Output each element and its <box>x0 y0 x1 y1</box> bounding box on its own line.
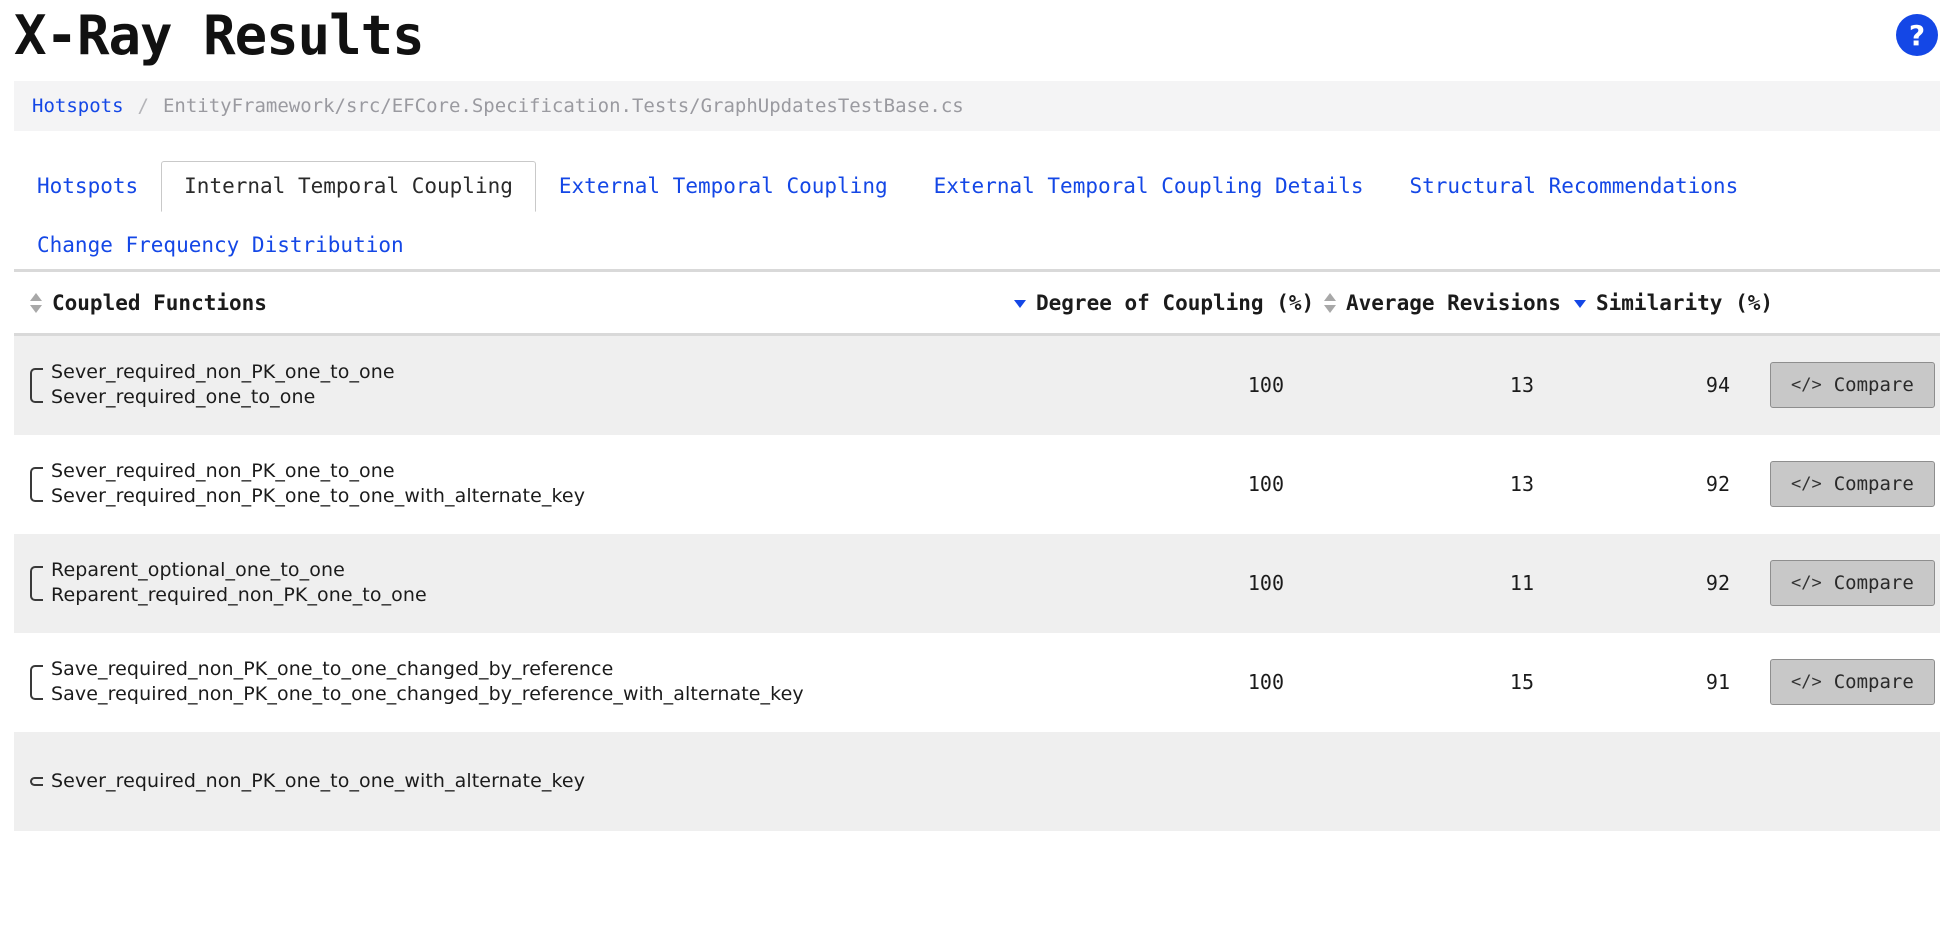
row-actions: </> Compare <box>1770 461 1940 508</box>
help-icon[interactable]: ? <box>1896 14 1938 56</box>
degree-of-coupling-value: 100 <box>1247 571 1284 596</box>
column-header-label: Coupled Functions <box>52 290 267 315</box>
column-header-label: Degree of Coupling (%) <box>1036 290 1315 315</box>
function-name-a: Sever_required_non_PK_one_to_one <box>51 459 395 482</box>
compare-button[interactable]: </> Compare <box>1770 560 1935 607</box>
function-name-b: Sever_required_one_to_one <box>51 386 316 409</box>
column-header-similarity[interactable]: Similarity (%) <box>1574 290 1774 315</box>
pair-bracket-icon <box>30 466 43 503</box>
column-header-coupled-functions[interactable]: Coupled Functions <box>14 291 1014 315</box>
table-row: Sever_required_non_PK_one_to_one_with_al… <box>14 731 1940 831</box>
tab-structural-recommendations[interactable]: Structural Recommendations <box>1387 161 1762 211</box>
column-header-label: Similarity (%) <box>1596 290 1774 315</box>
row-actions: </> Compare <box>1770 659 1940 706</box>
tab-internal-temporal-coupling[interactable]: Internal Temporal Coupling <box>161 161 536 212</box>
function-name-a: Sever_required_non_PK_one_to_one_with_al… <box>51 769 586 792</box>
function-name-b: Reparent_required_non_PK_one_to_one <box>51 584 427 607</box>
code-icon: </> <box>1791 474 1822 495</box>
table-header-row: Coupled Functions Degree of Coupling (%)… <box>14 273 1940 336</box>
function-pair: Sever_required_non_PK_one_to_one_with_al… <box>51 763 585 801</box>
function-pair: Save_required_non_PK_one_to_one_changed_… <box>51 651 804 714</box>
degree-of-coupling-value: 100 <box>1247 472 1284 497</box>
table-row: Sever_required_non_PK_one_to_one Sever_r… <box>14 335 1940 435</box>
degree-of-coupling-value: 100 <box>1247 373 1284 398</box>
function-name-a: Save_required_non_PK_one_to_one_changed_… <box>51 657 614 680</box>
code-icon: </> <box>1791 573 1822 594</box>
breadcrumb-separator: / <box>137 95 149 118</box>
sort-both-icon <box>30 292 43 314</box>
column-header-label: Average Revisions <box>1346 290 1561 315</box>
similarity-value: 92 <box>1705 571 1730 596</box>
code-icon: </> <box>1791 375 1822 396</box>
function-name-b: Save_required_non_PK_one_to_one_changed_… <box>51 683 804 706</box>
compare-button-label: Compare <box>1833 572 1914 595</box>
average-revisions-value: 15 <box>1509 670 1534 695</box>
breadcrumb-current-path: EntityFramework/src/EFCore.Specification… <box>162 95 964 118</box>
compare-button[interactable]: </> Compare <box>1770 362 1935 409</box>
tab-hotspots[interactable]: Hotspots <box>14 161 161 211</box>
similarity-value: 94 <box>1705 373 1730 398</box>
function-name-a: Sever_required_non_PK_one_to_one <box>51 360 395 383</box>
function-name-b: Sever_required_non_PK_one_to_one_with_al… <box>51 485 586 508</box>
column-header-degree-of-coupling[interactable]: Degree of Coupling (%) <box>1014 291 1324 315</box>
function-pair: Sever_required_non_PK_one_to_one Sever_r… <box>51 453 585 516</box>
similarity-value: 92 <box>1705 472 1730 497</box>
sort-descending-icon <box>1014 292 1027 314</box>
pair-bracket-icon <box>30 664 43 701</box>
tab-bar: Hotspots Internal Temporal Coupling Exte… <box>14 161 1940 270</box>
function-name-a: Reparent_optional_one_to_one <box>51 558 345 581</box>
table-row: Reparent_optional_one_to_one Reparent_re… <box>14 533 1940 633</box>
page-title: X-Ray Results <box>14 4 425 67</box>
average-revisions-value: 13 <box>1509 472 1534 497</box>
table-row: Sever_required_non_PK_one_to_one Sever_r… <box>14 434 1940 534</box>
coupled-functions-cell: Save_required_non_PK_one_to_one_changed_… <box>14 651 1014 714</box>
coupled-functions-cell: Sever_required_non_PK_one_to_one_with_al… <box>14 763 1014 801</box>
coupled-functions-cell: Sever_required_non_PK_one_to_one Sever_r… <box>14 354 1014 417</box>
sort-descending-icon <box>1574 292 1587 314</box>
compare-button[interactable]: </> Compare <box>1770 659 1935 706</box>
compare-button[interactable]: </> Compare <box>1770 461 1935 508</box>
breadcrumb: Hotspots / EntityFramework/src/EFCore.Sp… <box>14 81 1940 132</box>
column-header-average-revisions[interactable]: Average Revisions <box>1324 291 1574 315</box>
average-revisions-value: 13 <box>1509 373 1534 398</box>
function-pair: Reparent_optional_one_to_one Reparent_re… <box>51 552 427 615</box>
compare-button-label: Compare <box>1833 473 1914 496</box>
degree-of-coupling-value: 100 <box>1247 670 1284 695</box>
pair-bracket-icon <box>30 776 43 787</box>
code-icon: </> <box>1791 672 1822 693</box>
average-revisions-value: 11 <box>1509 571 1534 596</box>
sort-both-icon <box>1324 292 1337 314</box>
pair-bracket-icon <box>30 565 43 602</box>
tab-change-frequency-distribution[interactable]: Change Frequency Distribution <box>14 220 427 270</box>
tab-external-temporal-coupling-details[interactable]: External Temporal Coupling Details <box>911 161 1387 211</box>
tab-external-temporal-coupling[interactable]: External Temporal Coupling <box>536 161 911 211</box>
table-row: Save_required_non_PK_one_to_one_changed_… <box>14 632 1940 732</box>
function-pair: Sever_required_non_PK_one_to_one Sever_r… <box>51 354 395 417</box>
breadcrumb-link-hotspots[interactable]: Hotspots <box>32 95 124 117</box>
pair-bracket-icon <box>30 367 43 404</box>
similarity-value: 91 <box>1705 670 1730 695</box>
coupled-functions-cell: Sever_required_non_PK_one_to_one Sever_r… <box>14 453 1014 516</box>
row-actions: </> Compare <box>1770 362 1940 409</box>
row-actions: </> Compare <box>1770 560 1940 607</box>
coupled-functions-cell: Reparent_optional_one_to_one Reparent_re… <box>14 552 1014 615</box>
coupled-functions-table: Coupled Functions Degree of Coupling (%)… <box>14 273 1940 831</box>
tab-bar-divider <box>14 268 1940 272</box>
compare-button-label: Compare <box>1833 671 1914 694</box>
compare-button-label: Compare <box>1833 374 1914 397</box>
